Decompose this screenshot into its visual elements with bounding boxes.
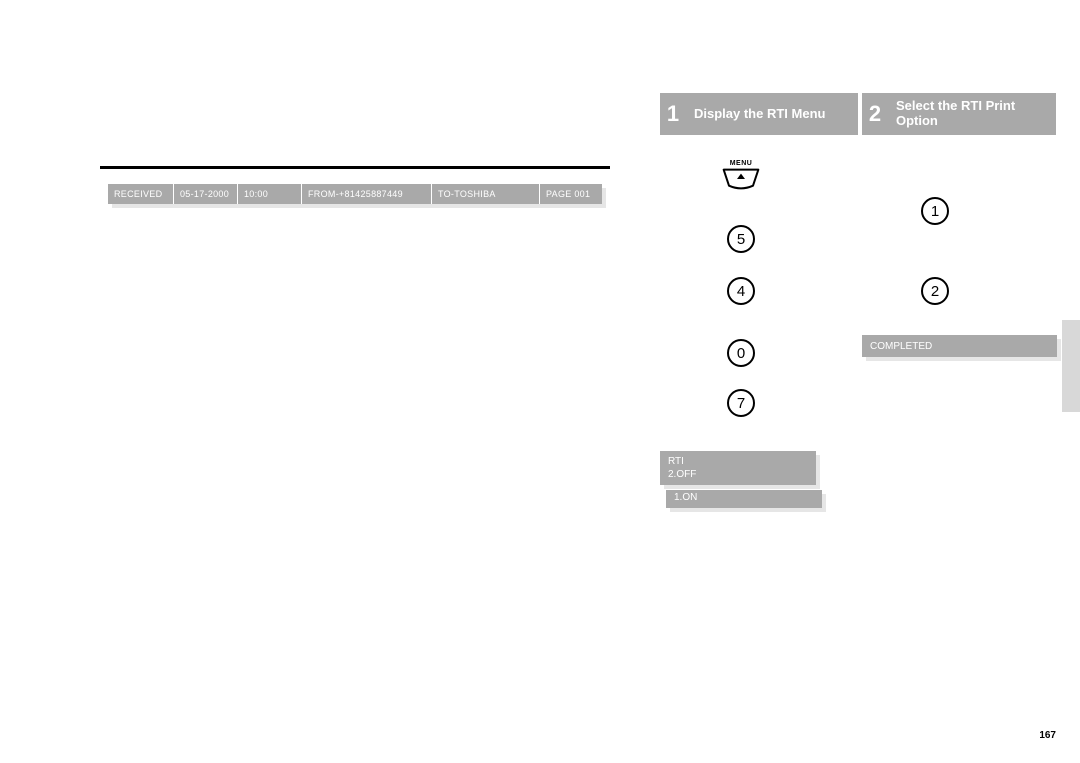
step-1-number: 1 [660,93,686,135]
fax-time: 10:00 [238,184,302,204]
fax-received-label: RECEIVED [108,184,174,204]
lcd-on: 1.ON [666,490,822,508]
lcd-rti-line1: RTI [668,456,808,469]
fax-date: 05-17-2000 [174,184,238,204]
key-4: 4 [727,277,755,305]
fax-from: FROM-+81425887449 [302,184,432,204]
step-2-number: 2 [862,93,888,135]
key-1: 1 [921,197,949,225]
menu-button-icon: MENU [719,160,763,196]
menu-button-label: MENU [730,160,753,167]
side-tab [1062,320,1080,412]
step-1-label: Display the RTI Menu [686,93,858,135]
fax-header-rule [100,166,610,169]
page-number: 167 [1039,730,1056,741]
key-0: 0 [727,339,755,367]
fax-to: TO-TOSHIBA [432,184,540,204]
fax-header-strip: RECEIVED 05-17-2000 10:00 FROM-+81425887… [100,166,610,208]
fax-header-bar: RECEIVED 05-17-2000 10:00 FROM-+81425887… [108,184,602,204]
step-2-label: Select the RTI Print Option [888,93,1056,135]
lcd-rti: RTI 2.OFF [660,451,816,485]
step-2-header: 2 Select the RTI Print Option [862,93,1056,135]
lcd-rti-line2: 2.OFF [668,469,808,482]
key-2: 2 [921,277,949,305]
lcd-completed: COMPLETED [862,335,1057,357]
key-5: 5 [727,225,755,253]
step-1-header: 1 Display the RTI Menu [660,93,858,135]
manual-page: RECEIVED 05-17-2000 10:00 FROM-+81425887… [0,0,1080,763]
key-7: 7 [727,389,755,417]
fax-page: PAGE 001 [540,184,602,204]
menu-key-icon [721,167,761,191]
